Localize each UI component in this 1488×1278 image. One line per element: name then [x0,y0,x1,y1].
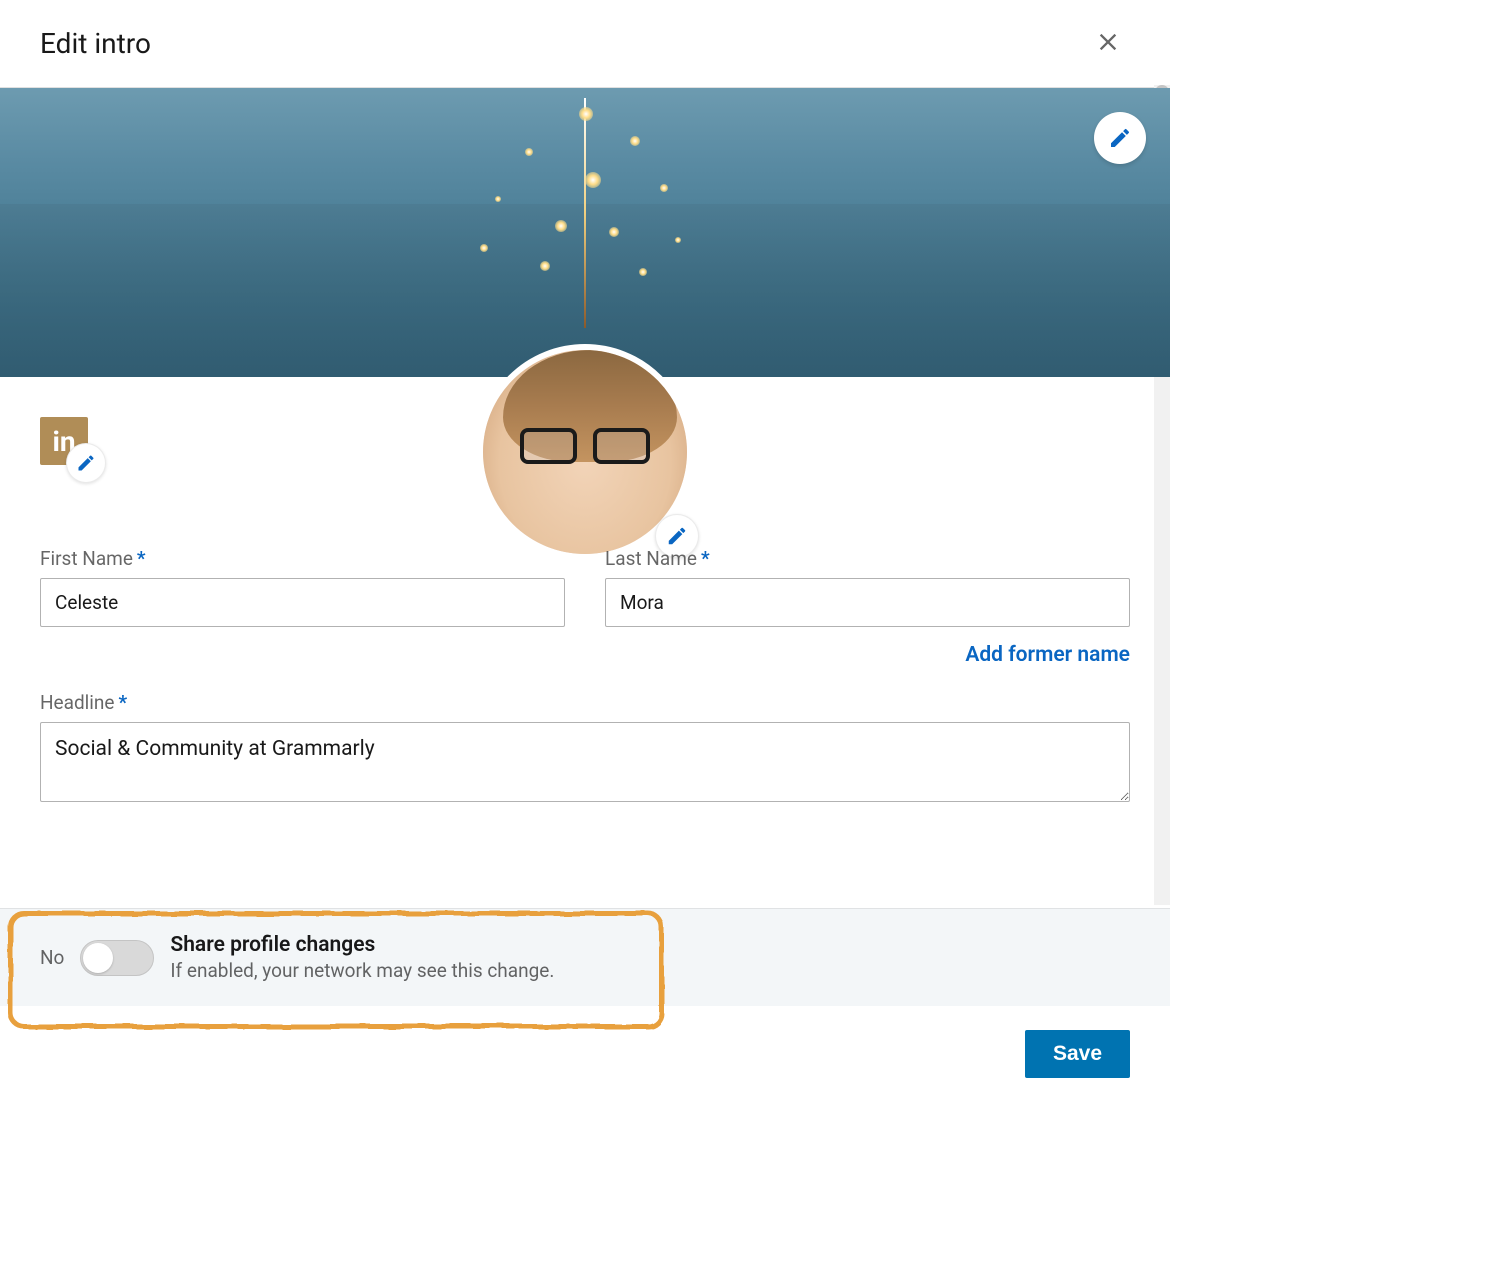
headline-field: Headline* [40,691,1130,802]
close-icon [1094,28,1122,56]
close-button[interactable] [1086,20,1130,67]
headline-label: Headline* [40,691,1130,714]
form-body: in First Name* Last Name* [0,377,1170,822]
share-profile-section: No Share profile changes If enabled, you… [0,908,1170,1006]
modal-title: Edit intro [40,27,151,60]
share-title: Share profile changes [170,933,554,957]
toggle-state-label: No [40,946,64,969]
pencil-icon [76,453,96,473]
modal-header: Edit intro [0,0,1170,88]
add-former-name-row: Add former name [40,643,1130,667]
cover-photo-section [0,88,1170,377]
headline-input[interactable] [40,722,1130,802]
first-name-field: First Name* [40,547,565,627]
share-description: If enabled, your network may see this ch… [170,959,554,982]
share-profile-toggle[interactable] [80,940,154,976]
last-name-label: Last Name* [605,547,1130,570]
last-name-input[interactable] [605,578,1130,627]
modal-scroll-area: in First Name* Last Name* [0,88,1170,908]
cover-photo [0,88,1170,377]
edit-intro-modal: Edit intro [0,0,1170,1102]
edit-cover-button[interactable] [1094,112,1146,164]
first-name-input[interactable] [40,578,565,627]
logo-area: in [40,417,88,465]
pencil-icon [1108,126,1132,150]
edit-logo-button[interactable] [66,443,106,483]
toggle-knob [83,943,113,973]
save-button[interactable]: Save [1025,1030,1130,1078]
share-text: Share profile changes If enabled, your n… [170,933,554,982]
add-former-name-link[interactable]: Add former name [965,643,1130,667]
name-row: First Name* Last Name* [40,547,1130,627]
last-name-field: Last Name* [605,547,1130,627]
modal-footer: Save [0,1006,1170,1102]
first-name-label: First Name* [40,547,565,570]
